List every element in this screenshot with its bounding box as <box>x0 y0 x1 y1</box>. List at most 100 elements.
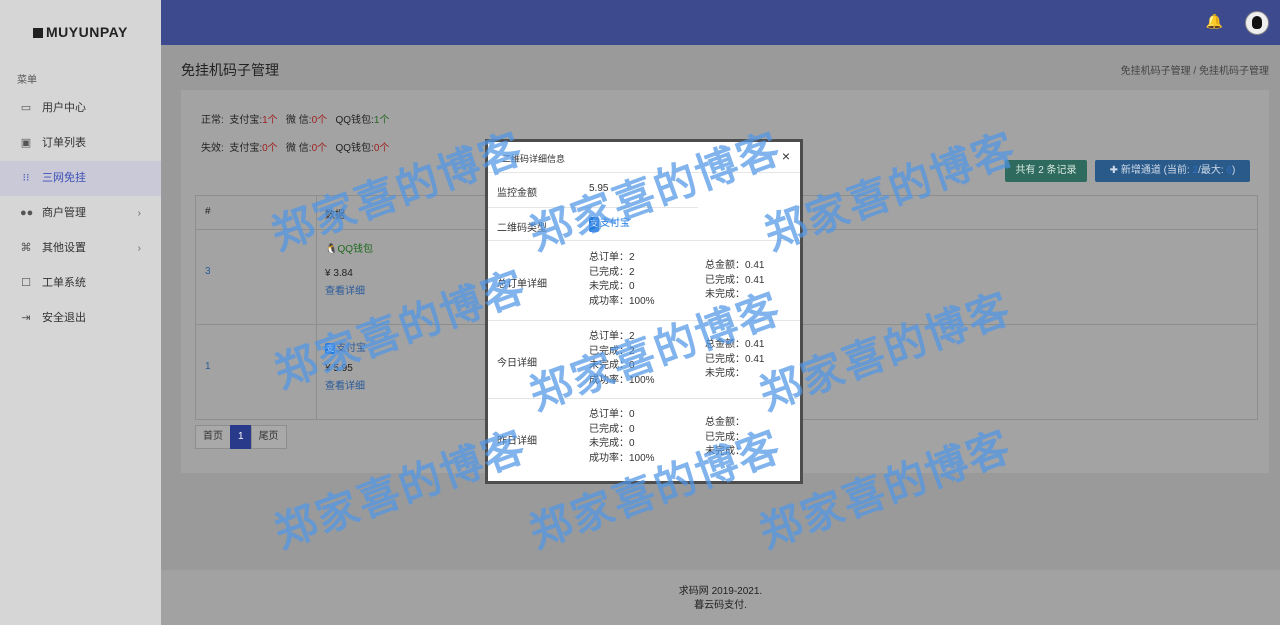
done-amount: 已完成：0.41 <box>705 353 765 365</box>
divider <box>488 398 800 399</box>
qr-type-label: 二维码类型 <box>497 223 547 234</box>
menu-title: 菜单 <box>17 75 37 86</box>
orders-count: 总订单：2 <box>589 331 635 342</box>
sidebar-item-merchants[interactable]: ●● 商户管理 › <box>0 196 161 231</box>
sidebar-item-orders[interactable]: ▣ 订单列表 <box>0 126 161 161</box>
sidebar-item-user-center[interactable]: ▭ 用户中心 <box>0 91 161 126</box>
chevron-right-icon: › <box>137 243 141 254</box>
sidebar-item-settings[interactable]: ⌘ 其他设置 › <box>0 231 161 266</box>
monitor-amount-label: 监控金额 <box>497 188 537 199</box>
done-count: 已完成：0 <box>589 423 635 435</box>
row-details-link[interactable]: 查看详细 <box>325 282 365 297</box>
row-type-label: 支付宝 <box>336 343 366 354</box>
pagination: 首页 1 尾页 <box>195 425 287 449</box>
stat-label: 失效: <box>201 143 224 154</box>
total-details-label: 总订单详细 <box>497 279 547 290</box>
done-count: 已完成：2 <box>589 266 635 278</box>
today-details-amounts: 总金额：0.41 已完成：0.41 未完成： <box>705 338 764 382</box>
undone-amount: 未完成： <box>705 289 745 300</box>
brand-logo[interactable]: MUYUNPAY <box>33 24 128 40</box>
qr-type-value: 支支付宝 <box>589 217 630 232</box>
total-details-amounts: 总金额：0.41 已完成：0.41 未完成： <box>705 259 764 303</box>
monitor-amount-value: 5.95 <box>589 183 609 194</box>
stat-qq-label: QQ钱包: <box>335 143 374 154</box>
total-amount: 总金额：0.41 <box>705 339 765 350</box>
bell-icon[interactable]: 🔔 <box>1206 13 1223 30</box>
sidebar-item-label: 工单系统 <box>42 277 86 289</box>
logo-mark-icon <box>33 28 43 38</box>
success-rate: 成功率：100% <box>589 295 655 307</box>
undone-count: 未完成：0 <box>589 360 635 371</box>
pager-first[interactable]: 首页 <box>195 425 231 449</box>
total-amount: 总金额： <box>705 417 745 428</box>
add-channel-mid: /最大: <box>1198 165 1227 176</box>
grid-icon: ⁝⁝ <box>22 172 30 184</box>
orders-count: 总订单：0 <box>589 409 635 420</box>
stat-wechat-value: 0个 <box>311 115 328 126</box>
row-index: 3 <box>205 266 211 277</box>
row-type-alipay: 支支付宝 <box>325 339 366 354</box>
edit-icon: ☐ <box>21 277 31 289</box>
sidebar-item-logout[interactable]: ⇥ 安全退出 <box>0 301 161 336</box>
done-amount: 已完成：0.41 <box>705 274 765 286</box>
avatar[interactable] <box>1245 11 1269 35</box>
row-type-label: QQ钱包 <box>337 244 374 255</box>
pager-last[interactable]: 尾页 <box>250 425 287 449</box>
today-details-orders: 总订单：2 已完成：2 未完成：0 成功率：100% <box>589 330 655 388</box>
list-icon: ▣ <box>20 137 32 149</box>
stat-alipay-label: 支付宝: <box>229 143 263 154</box>
row-details-link[interactable]: 查看详细 <box>325 377 365 392</box>
add-channel-suffix: ) <box>1231 165 1236 176</box>
modal-header: 二维码详细信息 × <box>488 142 800 173</box>
sidebar-item-three-network[interactable]: ⁝⁝ 三网免挂 <box>0 161 161 196</box>
monitor-icon: ▭ <box>20 102 32 114</box>
success-rate: 成功率：100% <box>589 374 655 386</box>
alipay-icon: 支 <box>589 217 599 232</box>
stat-wechat-label: 微 信: <box>286 115 312 126</box>
done-count: 已完成：2 <box>589 345 635 357</box>
close-icon[interactable]: × <box>782 148 790 164</box>
stat-qq-value: 1个 <box>373 115 390 126</box>
brand-name: MUYUNPAY <box>46 24 128 40</box>
undone-amount: 未完成： <box>705 368 745 379</box>
row-amount: ¥ 3.84 <box>325 268 353 279</box>
stat-qq-value: 0个 <box>373 143 390 154</box>
stats-failed: 失效: 支付宝:0个 微 信:0个 QQ钱包:0个 <box>201 139 389 154</box>
sidebar-item-label: 其他设置 <box>42 242 86 254</box>
total-amount: 总金额：0.41 <box>705 260 765 271</box>
done-amount: 已完成： <box>705 431 745 443</box>
sidebar-item-label: 订单列表 <box>42 137 86 149</box>
undone-count: 未完成：0 <box>589 438 635 449</box>
chevron-right-icon: › <box>137 208 141 219</box>
divider <box>488 320 800 321</box>
sidebar-menu: ▭ 用户中心 ▣ 订单列表 ⁝⁝ 三网免挂 ●● 商户管理 › ⌘ 其他设置 › ☐ 工单系统 … <box>0 91 161 336</box>
sidebar: MUYUNPAY 菜单 ▭ 用户中心 ▣ 订单列表 ⁝⁝ 三网免挂 ●● 商户管理 › ⌘… <box>0 0 161 625</box>
divider <box>488 240 800 241</box>
row-amount: ¥ 5.95 <box>325 363 353 374</box>
qq-icon: 🐧 <box>325 244 338 255</box>
breadcrumb: 免挂机码子管理 / 免挂机码子管理 <box>1120 66 1269 77</box>
yesterday-details-orders: 总订单：0 已完成：0 未完成：0 成功率：100% <box>589 408 655 466</box>
yesterday-details-label: 昨日详细 <box>497 436 537 447</box>
stat-qq-label: QQ钱包: <box>335 115 374 126</box>
sidebar-item-label: 商户管理 <box>42 207 86 219</box>
users-icon: ●● <box>20 207 34 219</box>
alipay-icon: 支 <box>325 343 335 354</box>
command-icon: ⌘ <box>20 242 32 254</box>
pager-page-1[interactable]: 1 <box>230 425 252 449</box>
stat-alipay-value: 0个 <box>262 143 278 154</box>
add-channel-button[interactable]: ✚ 新增通道 (当前: 2/最大: 6) <box>1095 160 1250 182</box>
top-header: 🔔 <box>161 0 1280 45</box>
sidebar-item-tickets[interactable]: ☐ 工单系统 <box>0 266 161 301</box>
stat-wechat-value: 0个 <box>311 143 328 154</box>
today-details-label: 今日详细 <box>497 358 537 369</box>
success-rate: 成功率：100% <box>589 452 655 464</box>
qr-type-text: 支付宝 <box>600 218 630 229</box>
footer: 求码网 2019-2021. 暮云码支付. <box>161 570 1280 625</box>
sidebar-item-label: 用户中心 <box>42 102 86 114</box>
total-details-orders: 总订单：2 已完成：2 未完成：0 成功率：100% <box>589 251 655 309</box>
column-header-index: # <box>205 206 211 217</box>
row-index: 1 <box>205 361 211 372</box>
row-type-qq: 🐧QQ钱包 <box>325 240 373 255</box>
total-records-button[interactable]: 共有 2 条记录 <box>1005 160 1087 182</box>
